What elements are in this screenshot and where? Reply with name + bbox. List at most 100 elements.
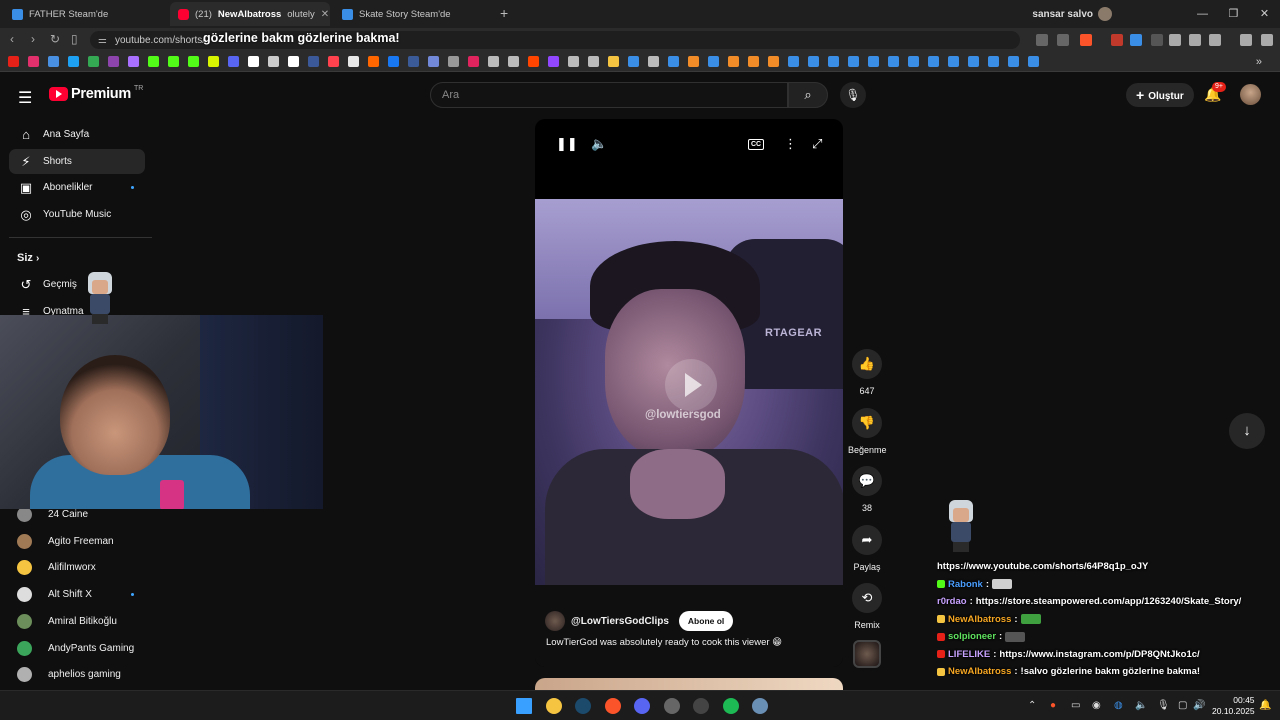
- sidebar-item-shorts[interactable]: ⚡ Shorts: [9, 149, 145, 174]
- bookmark-favicon-icon[interactable]: [48, 56, 59, 67]
- bookmark-favicon-icon[interactable]: [888, 56, 899, 67]
- notification-center-icon[interactable]: 🔔: [1259, 700, 1271, 711]
- brave-shields-icon[interactable]: [1080, 34, 1092, 46]
- sidebar-item-history[interactable]: ↺ Geçmiş: [9, 272, 145, 297]
- bookmark-favicon-icon[interactable]: [808, 56, 819, 67]
- bookmark-favicon-icon[interactable]: [688, 56, 699, 67]
- bookmark-favicon-icon[interactable]: [488, 56, 499, 67]
- game-icon[interactable]: [752, 698, 768, 714]
- more-bookmarks-icon[interactable]: »: [1256, 56, 1262, 68]
- bookmark-favicon-icon[interactable]: [928, 56, 939, 67]
- file-explorer-icon[interactable]: [545, 698, 562, 714]
- bookmark-favicon-icon[interactable]: [548, 56, 559, 67]
- sidebar-item-subscriptions[interactable]: ▣ Abonelikler: [9, 175, 145, 200]
- youtube-premium-logo[interactable]: Premium TR: [49, 85, 143, 102]
- account-avatar[interactable]: [1240, 84, 1261, 105]
- bookmark-favicon-icon[interactable]: [568, 56, 579, 67]
- bookmark-favicon-icon[interactable]: [948, 56, 959, 67]
- sidebar-subscription-item[interactable]: aphelios gaming: [9, 662, 145, 687]
- close-tab-icon[interactable]: ✕: [321, 9, 329, 20]
- bookmark-favicon-icon[interactable]: [328, 56, 339, 67]
- forward-icon[interactable]: ›: [31, 32, 35, 46]
- dislike-action[interactable]: 👎 Beğenme: [848, 408, 887, 455]
- channel-name[interactable]: @LowTiersGodClips: [571, 616, 669, 627]
- media-icon[interactable]: [1240, 34, 1252, 46]
- bookmark-favicon-icon[interactable]: [828, 56, 839, 67]
- bookmark-favicon-icon[interactable]: [348, 56, 359, 67]
- more-options-icon[interactable]: ⋮: [784, 136, 797, 152]
- fullscreen-icon[interactable]: ⤢: [812, 136, 822, 152]
- bookmark-favicon-icon[interactable]: [8, 56, 19, 67]
- like-action[interactable]: 👍 647: [848, 349, 886, 396]
- browser-profile[interactable]: sansar salvo: [1032, 7, 1112, 21]
- bookmark-favicon-icon[interactable]: [208, 56, 219, 67]
- tab-father-steam[interactable]: FATHER Steam'de: [4, 2, 168, 26]
- app-icon[interactable]: [663, 698, 680, 714]
- bookmark-favicon-icon[interactable]: [28, 56, 39, 67]
- remix-action[interactable]: ⟲ Remix: [848, 583, 886, 630]
- bookmark-favicon-icon[interactable]: [988, 56, 999, 67]
- tray-volume-icon[interactable]: 🔈: [1135, 700, 1147, 711]
- create-button[interactable]: + Oluştur: [1126, 83, 1194, 107]
- bookmark-icon[interactable]: ▯: [71, 32, 78, 46]
- close-window-icon[interactable]: ✕: [1249, 0, 1280, 28]
- shorts-player[interactable]: ❚❚ 🔈 CC ⋮ ⤢ RTAGEAR @lowtiersgod @LowTie…: [535, 119, 843, 667]
- captions-icon[interactable]: CC: [748, 139, 765, 150]
- bookmark-favicon-icon[interactable]: [1028, 56, 1039, 67]
- back-icon[interactable]: ‹: [10, 32, 14, 46]
- tray-app-icon[interactable]: ▭: [1071, 700, 1080, 711]
- remix-icon[interactable]: ⟲: [852, 583, 882, 613]
- tray-steam-icon[interactable]: ◍: [1114, 700, 1123, 711]
- pause-icon[interactable]: ❚❚: [556, 136, 578, 152]
- bookmark-favicon-icon[interactable]: [148, 56, 159, 67]
- menu-icon[interactable]: [1261, 34, 1273, 46]
- sidebar-icon[interactable]: [1209, 34, 1221, 46]
- spotify-icon[interactable]: [722, 698, 739, 714]
- bookmark-favicon-icon[interactable]: [788, 56, 799, 67]
- tray-mic-icon[interactable]: 🎙: [1157, 700, 1170, 711]
- bookmark-favicon-icon[interactable]: [908, 56, 919, 67]
- site-info-icon[interactable]: ⚌: [98, 35, 107, 46]
- sidebar-subscription-item[interactable]: AndyPants Gaming: [9, 636, 145, 661]
- audio-source-thumbnail[interactable]: [853, 640, 881, 668]
- share-arrow-icon[interactable]: ➦: [852, 525, 882, 555]
- tray-network-icon[interactable]: ▢: [1178, 700, 1187, 711]
- bookmark-favicon-icon[interactable]: [628, 56, 639, 67]
- bookmark-favicon-icon[interactable]: [268, 56, 279, 67]
- bookmark-favicon-icon[interactable]: [68, 56, 79, 67]
- bookmark-favicon-icon[interactable]: [728, 56, 739, 67]
- sidebar-item-home[interactable]: ⌂ Ana Sayfa: [9, 122, 145, 147]
- search-button[interactable]: ⌕: [788, 82, 828, 108]
- sidebar-you-heading[interactable]: Siz ›: [17, 252, 39, 264]
- bookmark-favicon-icon[interactable]: [848, 56, 859, 67]
- bookmark-favicon-icon[interactable]: [508, 56, 519, 67]
- discord-icon[interactable]: [634, 698, 650, 714]
- video-frame[interactable]: RTAGEAR @lowtiersgod: [535, 199, 843, 585]
- minimize-icon[interactable]: —: [1187, 0, 1218, 28]
- next-short-button[interactable]: ↓: [1229, 413, 1265, 449]
- bookmark-favicon-icon[interactable]: [768, 56, 779, 67]
- bookmark-favicon-icon[interactable]: [968, 56, 979, 67]
- tray-app-icon[interactable]: ◉: [1092, 700, 1101, 711]
- bookmark-favicon-icon[interactable]: [748, 56, 759, 67]
- bookmark-favicon-icon[interactable]: [408, 56, 419, 67]
- windows-start-icon[interactable]: [516, 698, 532, 714]
- extension-icon[interactable]: [1169, 34, 1181, 46]
- sidebar-subscription-item[interactable]: Agito Freeman: [9, 529, 145, 554]
- extension-icon[interactable]: [1111, 34, 1123, 46]
- new-tab-icon[interactable]: +: [500, 5, 508, 21]
- bookmark-favicon-icon[interactable]: [168, 56, 179, 67]
- tray-sound-icon[interactable]: 🔊: [1193, 700, 1205, 711]
- comments-action[interactable]: 💬 38: [848, 466, 886, 513]
- bookmark-favicon-icon[interactable]: [1008, 56, 1019, 67]
- subscribe-button[interactable]: Abone ol: [678, 611, 734, 631]
- steam-icon[interactable]: [575, 698, 591, 714]
- search-input[interactable]: Ara: [430, 82, 788, 108]
- bookmark-favicon-icon[interactable]: [228, 56, 239, 67]
- bookmark-favicon-icon[interactable]: [708, 56, 719, 67]
- extension-icon[interactable]: [1151, 34, 1163, 46]
- thumbs-up-icon[interactable]: 👍: [852, 349, 882, 379]
- bookmark-favicon-icon[interactable]: [368, 56, 379, 67]
- comment-icon[interactable]: 💬: [852, 466, 882, 496]
- extensions-puzzle-icon[interactable]: [1189, 34, 1201, 46]
